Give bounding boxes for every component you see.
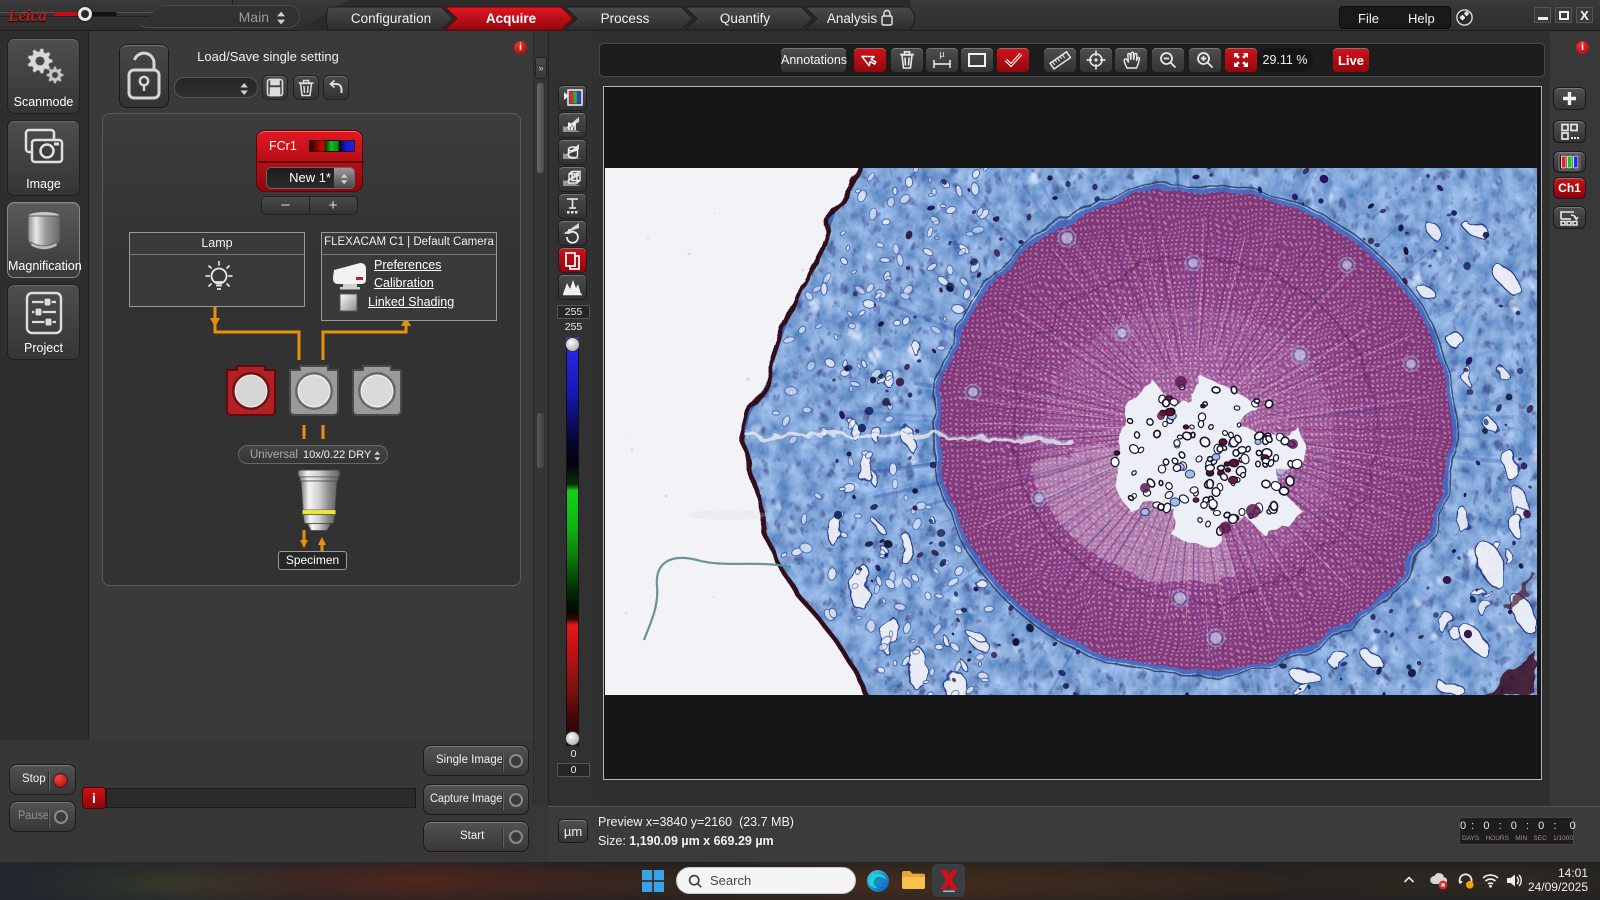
svg-text:Process: Process (601, 11, 650, 26)
svg-text:Quantify: Quantify (720, 11, 771, 26)
svg-text:µ: µ (939, 49, 944, 59)
svg-text:Acquire: Acquire (486, 11, 537, 26)
svg-text:Configuration: Configuration (351, 11, 431, 26)
svg-text:Analysis: Analysis (827, 11, 878, 26)
svg-text:M: M (567, 121, 576, 133)
